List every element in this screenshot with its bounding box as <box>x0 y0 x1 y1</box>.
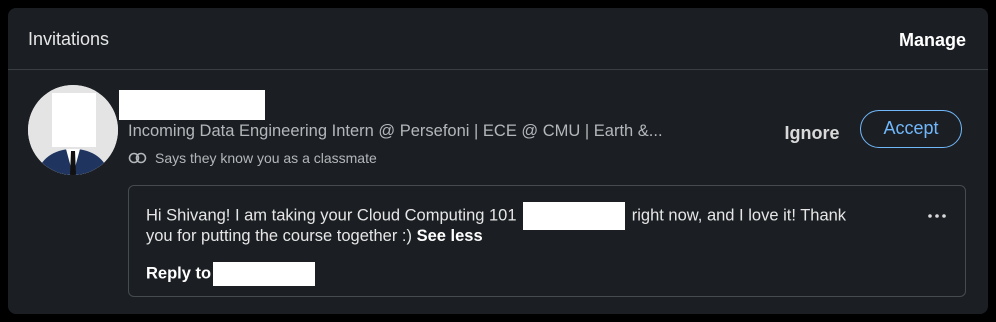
shared-insight: Says they know you as a classmate <box>128 150 377 166</box>
invitation-message: Hi Shivang! I am taking your Cloud Compu… <box>128 185 966 297</box>
manage-link[interactable]: Manage <box>899 30 966 51</box>
message-line-1: Hi Shivang! I am taking your Cloud Compu… <box>146 202 846 230</box>
message-text-part-3: you for putting the course together :) <box>146 227 412 245</box>
mutual-connections-icon <box>128 152 148 164</box>
ignore-button[interactable]: Ignore <box>774 118 850 148</box>
card-header: Invitations Manage <box>8 8 988 70</box>
invitation-headline: Incoming Data Engineering Intern @ Perse… <box>128 122 663 140</box>
more-options-icon <box>928 214 946 218</box>
invitations-title: Invitations <box>28 29 110 49</box>
reply-to[interactable]: Reply to <box>146 262 316 286</box>
message-text-part-2: right now, and I love it! Thank <box>631 206 847 225</box>
more-options-button[interactable] <box>925 206 949 226</box>
redacted-text <box>523 202 626 230</box>
insight-text: Says they know you as a classmate <box>155 150 377 166</box>
message-line-2: you for putting the course together :) S… <box>146 227 483 246</box>
invitations-card: Invitations Manage Incoming Data Enginee… <box>8 8 988 314</box>
accept-button[interactable]: Accept <box>860 110 962 148</box>
redacted-recipient <box>213 262 316 286</box>
profile-photo-icon <box>28 85 118 175</box>
see-less-link[interactable]: See less <box>417 227 483 245</box>
avatar[interactable] <box>28 85 118 175</box>
message-text-part-1: Hi Shivang! I am taking your Cloud Compu… <box>146 206 517 225</box>
redacted-name <box>119 90 265 120</box>
reply-label: Reply to <box>146 264 212 283</box>
